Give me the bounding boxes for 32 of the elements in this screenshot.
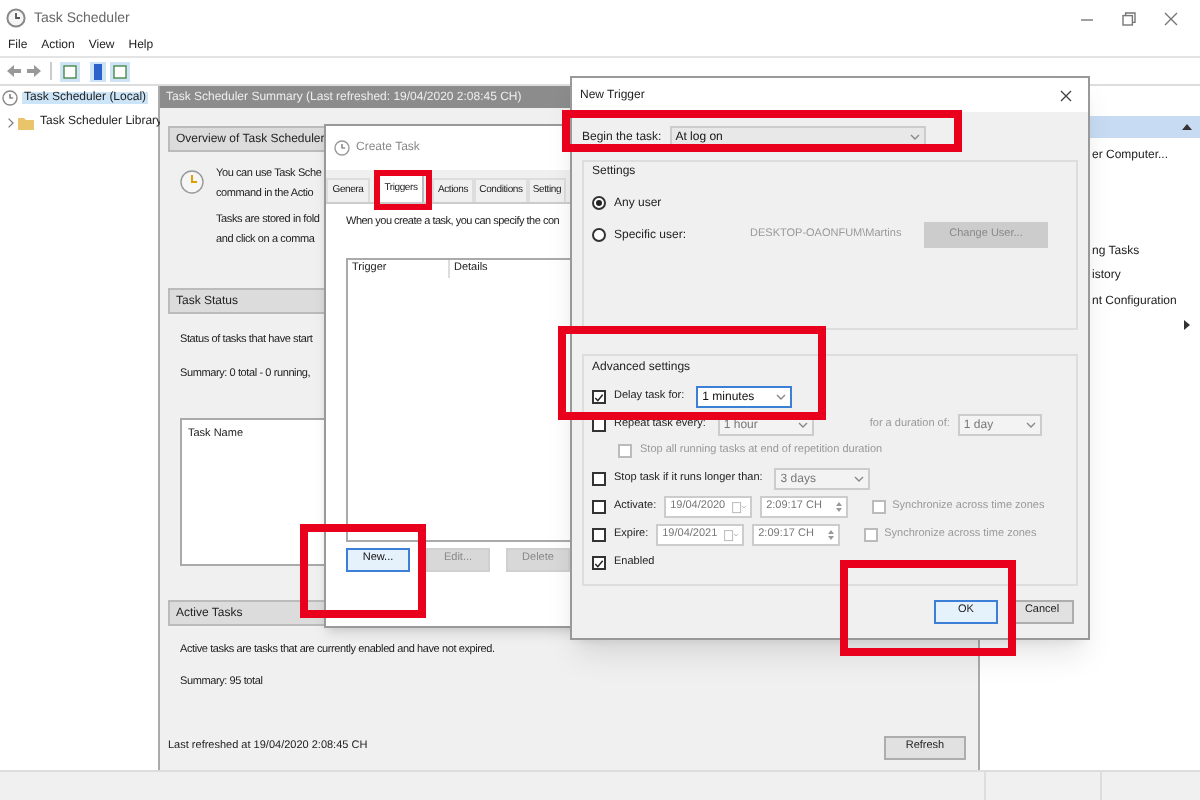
chevron-icon bbox=[797, 422, 808, 428]
app-clock-icon bbox=[6, 8, 26, 28]
checkbox[interactable] bbox=[592, 390, 606, 404]
chevron-icon bbox=[909, 134, 920, 140]
chevron-icon bbox=[854, 476, 865, 482]
back-arrow-icon bbox=[6, 64, 22, 78]
chevron-icon bbox=[1025, 422, 1036, 428]
highlight-frame bbox=[300, 524, 426, 618]
clock-icon bbox=[180, 170, 204, 194]
chevron-right-icon bbox=[8, 117, 14, 127]
checkbox[interactable] bbox=[592, 556, 606, 570]
calendar-icon bbox=[724, 529, 739, 541]
radio-button[interactable] bbox=[592, 228, 606, 242]
chevron-icon bbox=[776, 394, 787, 400]
checkbox[interactable] bbox=[592, 500, 606, 514]
folder-icon bbox=[18, 115, 34, 129]
expand-arrow-icon bbox=[1184, 320, 1190, 330]
panel-icon bbox=[60, 61, 80, 81]
forward-arrow-icon bbox=[26, 64, 42, 78]
panel-icon bbox=[110, 61, 130, 81]
restore-icon bbox=[1122, 11, 1136, 25]
checkbox[interactable] bbox=[592, 528, 606, 542]
clock-icon bbox=[334, 140, 350, 156]
spinner-icon bbox=[836, 500, 843, 514]
highlight-frame bbox=[374, 170, 432, 210]
close-icon bbox=[1164, 11, 1178, 25]
checkbox[interactable] bbox=[592, 472, 606, 486]
collapse-icon bbox=[1182, 124, 1192, 130]
calendar-icon bbox=[732, 501, 747, 513]
radio-button[interactable] bbox=[592, 196, 606, 210]
spinner-icon bbox=[828, 528, 835, 542]
close-icon bbox=[1060, 89, 1072, 101]
